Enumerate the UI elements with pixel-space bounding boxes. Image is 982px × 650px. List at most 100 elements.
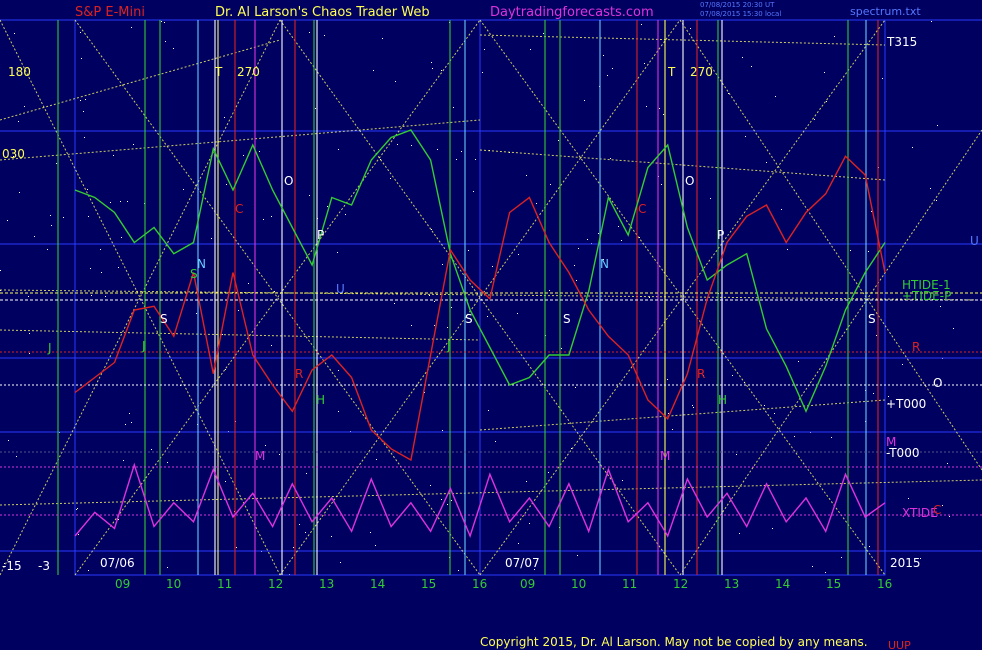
star-dot [692,405,693,406]
star-dot [772,528,773,529]
marker-letter: U [336,282,345,296]
star-dot [693,407,694,408]
star-dot [603,55,604,56]
star-dot [87,189,88,190]
star-dot [397,144,398,145]
star-dot [781,209,782,210]
star-dot [173,48,174,49]
marker-letter: O [685,174,694,188]
star-dot [164,22,165,23]
star-dot [484,49,485,50]
star-dot [825,572,826,573]
marker-letter: J [141,339,146,353]
star-dot [612,68,613,69]
star-dot [794,436,795,437]
star-dot [243,155,244,156]
star-dot [812,566,813,567]
star-dot [225,481,226,482]
star-dot [8,440,9,441]
right-label: +TIDE-P [902,289,951,303]
star-dot [447,327,448,328]
star-dot [376,459,377,460]
star-dot [120,201,121,202]
marker-letter: N [197,257,206,271]
star-dot [882,78,883,79]
star-dot [787,249,788,250]
star-dot [16,456,17,457]
marker-letter: T [214,65,223,79]
star-dot [517,313,518,314]
star-dot [0,270,1,271]
star-dot [451,307,452,308]
star-dot [824,72,825,73]
right-label: +T000 [886,397,926,411]
right-label: T315 [886,35,917,49]
star-dot [306,473,307,474]
star-dot [411,145,412,146]
star-dot [661,184,662,185]
star-dot [526,175,527,176]
hour-tick-label: 15 [826,577,841,591]
star-dot [488,410,489,411]
star-dot [183,189,184,190]
hour-tick-label: 10 [571,577,586,591]
copyright: Copyright 2015, Dr. Al Larson. May not b… [480,635,868,649]
right-label: -T000 [886,446,919,460]
star-dot [430,485,431,486]
star-dot [274,291,275,292]
star-dot [225,369,226,370]
star-dot [265,445,266,446]
star-dot [584,100,585,101]
star-dot [338,370,339,371]
star-dot [618,226,619,227]
star-dot [259,151,260,152]
star-dot [105,296,106,297]
star-dot [431,229,432,230]
star-dot [536,203,537,204]
spectrum-file: spectrum.txt [850,5,921,18]
star-dot [764,405,765,406]
star-dot [442,430,443,431]
marker-letter: M [660,449,670,463]
star-dot [482,72,483,73]
star-dot [442,264,443,265]
hour-tick-label: 11 [622,577,637,591]
star-dot [340,562,341,563]
left-scale-label: -3 [38,559,50,573]
star-dot [315,108,316,109]
hour-tick-label: 16 [877,577,892,591]
star-dot [732,375,733,376]
star-dot [574,265,575,266]
star-dot [248,283,249,284]
star-dot [458,570,459,571]
star-dot [18,121,19,122]
marker-letter: R [697,367,705,381]
marker-letter: N [600,257,609,271]
symbol-title: S&P E-Mini [75,5,145,20]
marker-letter: H [316,393,325,407]
star-dot [279,454,280,455]
star-dot [309,32,310,33]
chart-background [0,0,982,650]
star-dot [83,111,84,112]
star-dot [441,70,442,71]
star-dot [125,424,126,425]
star-dot [437,149,438,150]
star-dot [930,188,931,189]
star-dot [739,533,740,534]
marker-letter: 270 [690,65,713,79]
star-dot [127,201,128,202]
star-dot [238,310,239,311]
star-dot [51,225,52,226]
star-dot [549,290,550,291]
star-dot [550,184,551,185]
star-dot [224,117,225,118]
star-dot [745,136,746,137]
star-dot [263,219,264,220]
star-dot [473,191,474,192]
star-dot [774,413,775,414]
star-dot [331,536,332,537]
star-dot [575,387,576,388]
star-dot [19,192,20,193]
star-dot [327,206,328,207]
